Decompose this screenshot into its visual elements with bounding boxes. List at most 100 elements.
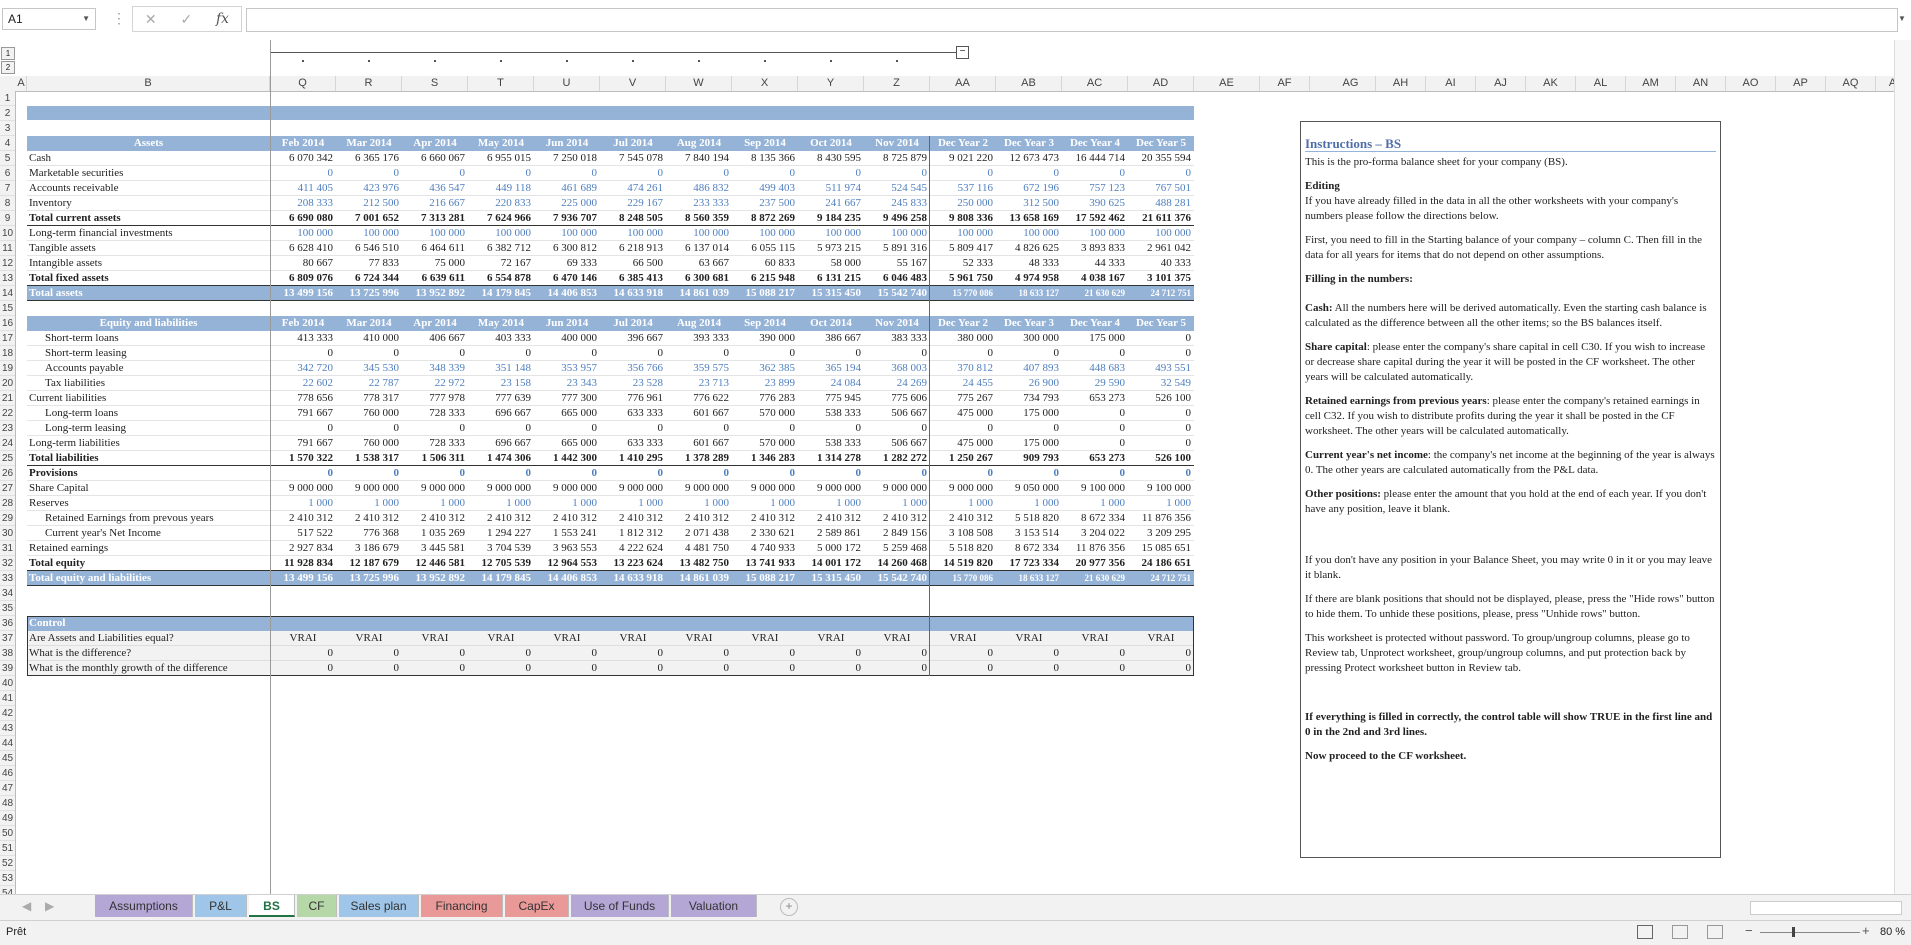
cancel-icon[interactable]: ✕ — [145, 11, 157, 28]
row-header-cell[interactable]: 7 — [0, 181, 15, 196]
outline-level-2[interactable]: 2 — [1, 61, 15, 74]
column-header-cell[interactable]: W — [666, 76, 732, 91]
row-header-cell[interactable]: 52 — [0, 856, 15, 871]
row-header-cell[interactable]: 50 — [0, 826, 15, 841]
tab-scroll-left-icon[interactable]: ◀ — [22, 899, 31, 913]
add-sheet-icon[interactable]: + — [780, 898, 798, 916]
sheet-tab[interactable]: BS — [249, 895, 295, 917]
column-header-cell[interactable]: Y — [798, 76, 864, 91]
row-header-cell[interactable]: 6 — [0, 166, 15, 181]
horizontal-scrollbar[interactable] — [1750, 901, 1902, 915]
row-header-cell[interactable]: 17 — [0, 331, 15, 346]
row-header-cell[interactable]: 34 — [0, 586, 15, 601]
row-header-cell[interactable]: 49 — [0, 811, 15, 826]
sheet-tab[interactable]: Sales plan — [339, 895, 419, 917]
zoom-slider[interactable] — [1760, 932, 1860, 933]
column-header-cell[interactable]: AF — [1260, 76, 1310, 91]
vertical-scrollbar[interactable] — [1894, 40, 1911, 894]
row-header-cell[interactable]: 24 — [0, 436, 15, 451]
insert-function-icon[interactable]: fx — [216, 11, 229, 27]
sheet-tab[interactable]: CF — [297, 895, 337, 917]
zoom-slider-thumb[interactable] — [1792, 927, 1795, 937]
row-header-cell[interactable]: 42 — [0, 706, 15, 721]
row-header-cell[interactable]: 36 — [0, 616, 15, 631]
column-header-cell[interactable]: AH — [1376, 76, 1426, 91]
row-header-cell[interactable]: 30 — [0, 526, 15, 541]
column-header-cell[interactable]: AQ — [1826, 76, 1876, 91]
column-header-cell[interactable]: AE — [1194, 76, 1260, 91]
chevron-down-icon[interactable]: ▼ — [82, 9, 90, 29]
row-header-cell[interactable]: 19 — [0, 361, 15, 376]
sheet-tab[interactable]: Use of Funds — [571, 895, 669, 917]
row-header-cell[interactable]: 23 — [0, 421, 15, 436]
row-header-cell[interactable]: 39 — [0, 661, 15, 676]
row-header-cell[interactable]: 35 — [0, 601, 15, 616]
row-header-cell[interactable]: 37 — [0, 631, 15, 646]
column-header-cell[interactable]: X — [732, 76, 798, 91]
row-header-cell[interactable]: 15 — [0, 301, 15, 316]
row-header-cell[interactable]: 2 — [0, 106, 15, 121]
row-header-cell[interactable]: 29 — [0, 511, 15, 526]
outline-level-1[interactable]: 1 — [1, 47, 15, 60]
row-header-cell[interactable]: 40 — [0, 676, 15, 691]
row-header-cell[interactable]: 47 — [0, 781, 15, 796]
sheet-tab[interactable]: P&L — [195, 895, 247, 917]
column-header-cell[interactable]: AO — [1726, 76, 1776, 91]
column-header-cell[interactable]: AI — [1426, 76, 1476, 91]
zoom-level[interactable]: 80 % — [1880, 926, 1905, 938]
column-header-cell[interactable]: A — [16, 76, 27, 91]
row-header-cell[interactable]: 32 — [0, 556, 15, 571]
zoom-out-icon[interactable]: − — [1745, 923, 1753, 938]
row-header-cell[interactable]: 10 — [0, 226, 15, 241]
column-header-cell[interactable]: AM — [1626, 76, 1676, 91]
row-header-cell[interactable]: 5 — [0, 151, 15, 166]
column-header-cell[interactable]: AD — [1128, 76, 1194, 91]
row-header-cell[interactable]: 26 — [0, 466, 15, 481]
column-header-cell[interactable]: AP — [1776, 76, 1826, 91]
row-header-cell[interactable]: 13 — [0, 271, 15, 286]
column-header-cell[interactable]: T — [468, 76, 534, 91]
row-header-cell[interactable]: 45 — [0, 751, 15, 766]
formula-input[interactable] — [246, 8, 1898, 32]
row-header-cell[interactable]: 27 — [0, 481, 15, 496]
confirm-icon[interactable]: ✓ — [180, 11, 192, 28]
normal-view-icon[interactable] — [1637, 925, 1653, 939]
column-header-cell[interactable]: V — [600, 76, 666, 91]
row-header-cell[interactable]: 25 — [0, 451, 15, 466]
row-header-cell[interactable]: 46 — [0, 766, 15, 781]
row-header-cell[interactable]: 3 — [0, 121, 15, 136]
column-header-cell[interactable]: AG — [1326, 76, 1376, 91]
sheet-tab[interactable]: Financing — [421, 895, 503, 917]
row-header-cell[interactable]: 41 — [0, 691, 15, 706]
row-header-cell[interactable]: 9 — [0, 211, 15, 226]
column-header-cell[interactable]: Q — [270, 76, 336, 91]
page-break-icon[interactable] — [1707, 925, 1723, 939]
column-header-cell[interactable]: Z — [864, 76, 930, 91]
row-header-cell[interactable]: 8 — [0, 196, 15, 211]
column-header-cell[interactable]: AL — [1576, 76, 1626, 91]
column-header-cell[interactable]: AA — [930, 76, 996, 91]
row-header-cell[interactable]: 22 — [0, 406, 15, 421]
row-header-cell[interactable]: 48 — [0, 796, 15, 811]
row-header-cell[interactable]: 18 — [0, 346, 15, 361]
expand-formula-icon[interactable]: ▼ — [1898, 14, 1906, 23]
column-header-cell[interactable]: AJ — [1476, 76, 1526, 91]
collapse-group-button[interactable]: − — [956, 46, 969, 59]
row-header-cell[interactable]: 38 — [0, 646, 15, 661]
column-header-cell[interactable]: AB — [996, 76, 1062, 91]
sheet-tab[interactable]: Assumptions — [95, 895, 193, 917]
row-header-cell[interactable]: 11 — [0, 241, 15, 256]
column-header-cell[interactable]: U — [534, 76, 600, 91]
row-header-cell[interactable]: 54 — [0, 886, 15, 894]
row-header-cell[interactable]: 20 — [0, 376, 15, 391]
name-box[interactable]: A1 ▼ — [2, 8, 96, 30]
sheet-tab[interactable]: CapEx — [505, 895, 569, 917]
row-header-cell[interactable]: 44 — [0, 736, 15, 751]
drag-handle-icon[interactable]: ⋮ — [112, 10, 126, 27]
page-layout-icon[interactable] — [1672, 925, 1688, 939]
column-header-cell[interactable]: B — [27, 76, 270, 91]
row-header-cell[interactable]: 43 — [0, 721, 15, 736]
row-header-cell[interactable]: 4 — [0, 136, 15, 151]
column-header-cell[interactable]: AN — [1676, 76, 1726, 91]
row-header-cell[interactable]: 16 — [0, 316, 15, 331]
